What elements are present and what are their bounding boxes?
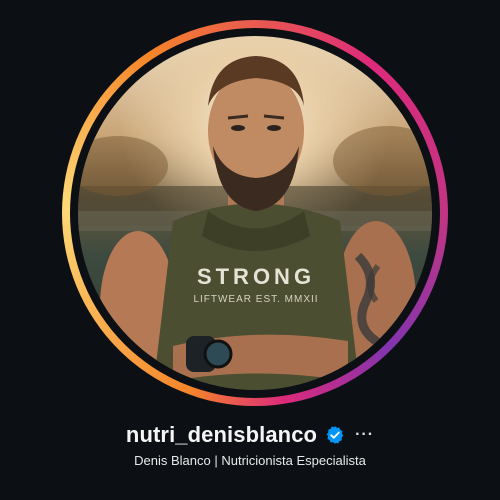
full-name-bio: Denis Blanco | Nutricionista Especialist…: [134, 453, 366, 468]
verified-badge-icon: [325, 425, 345, 445]
story-ring[interactable]: STRONG LIFTWEAR EST. MMXII: [62, 20, 448, 406]
shirt-text-main: STRONG: [197, 264, 315, 289]
avatar-photo: STRONG LIFTWEAR EST. MMXII: [78, 56, 432, 390]
profile-header: STRONG LIFTWEAR EST. MMXII nutri_denisbl…: [0, 0, 500, 500]
shirt-text-sub: LIFTWEAR EST. MMXII: [193, 294, 318, 305]
more-options-icon[interactable]: ···: [355, 427, 374, 443]
username[interactable]: nutri_denisblanco: [126, 422, 317, 448]
story-ring-gap: STRONG LIFTWEAR EST. MMXII: [70, 28, 440, 398]
username-row: nutri_denisblanco ···: [0, 420, 500, 450]
avatar[interactable]: STRONG LIFTWEAR EST. MMXII: [78, 36, 432, 390]
